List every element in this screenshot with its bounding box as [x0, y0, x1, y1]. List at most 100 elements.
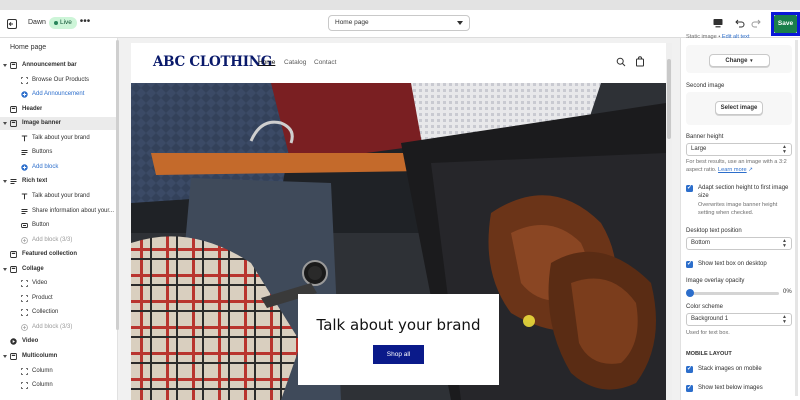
sidebar-row-label: Rich text [22, 178, 48, 185]
sidebar-row-label: Collection [32, 309, 59, 316]
desktop-text-position-label: Desktop text position [686, 228, 742, 234]
more-options-icon[interactable]: ••• [78, 16, 92, 30]
cart-icon[interactable] [635, 56, 645, 67]
chevron-down-icon[interactable] [3, 180, 7, 184]
sidebar-section-row[interactable]: Multicolumn [0, 350, 116, 363]
block-icon [21, 280, 28, 288]
undo-icon[interactable] [734, 17, 746, 29]
sidebar-block-row[interactable]: Column [0, 365, 116, 378]
text-icon [21, 135, 28, 142]
desktop-text-position-select[interactable]: Bottom ▲ ▼ [686, 237, 792, 250]
logo-abc: ABC [153, 54, 185, 70]
color-scheme-label: Color scheme [686, 304, 724, 310]
sidebar-row-label: Video [32, 280, 48, 287]
sidebar-section-row[interactable]: Collage [0, 263, 116, 276]
block-icon [21, 294, 28, 302]
sidebar-block-row[interactable]: Product [0, 292, 116, 305]
chevron-down-icon[interactable] [3, 122, 7, 126]
video-icon [10, 338, 17, 346]
banner-height-select[interactable]: Large ▲ ▼ [686, 143, 792, 156]
sidebar-block-row[interactable]: Collection [0, 306, 116, 319]
sidebar-section-row[interactable]: Image banner [0, 117, 116, 131]
add-block-row[interactable]: Add block [0, 161, 116, 174]
sidebar-block-row[interactable]: Share information about your... [0, 205, 116, 218]
sidebar-block-row[interactable]: Button [0, 219, 116, 232]
nav-contact-link[interactable]: Contact [314, 59, 336, 66]
block-icon [21, 382, 28, 389]
adapt-height-checkbox[interactable]: ✓ [686, 185, 693, 192]
sidebar-block-row[interactable]: Buttons [0, 146, 116, 159]
add-circle-icon [21, 164, 28, 171]
change-image-button[interactable]: Change ▼ [709, 54, 770, 67]
static-image-note: Static image • Edit alt text [686, 34, 750, 42]
sidebar-row-label: Announcement bar [22, 62, 77, 68]
redo-icon[interactable] [750, 17, 762, 29]
overlay-opacity-slider-handle[interactable] [686, 289, 694, 297]
sidebar-row-label: Column [32, 382, 53, 389]
adapt-height-label: Adapt section height to first image size [698, 185, 789, 199]
color-scheme-help: Used for text box. [686, 330, 730, 336]
chevron-down-icon[interactable] [3, 355, 7, 358]
block-icon [21, 367, 28, 375]
external-link-icon: ↗ [748, 166, 753, 173]
sidebar-block-row[interactable]: Video [0, 277, 116, 290]
sidebar-row-label: Browse Our Products [32, 76, 90, 83]
sidebar-row-label: Header [22, 105, 43, 112]
select-arrows-icon: ▲ ▼ [782, 144, 787, 155]
color-scheme-select[interactable]: Background 1 ▲ ▼ [686, 313, 792, 326]
sidebar-row-label: Multicolumn [22, 353, 58, 359]
block-icon [21, 76, 28, 84]
sidebar-section-row[interactable]: Featured collection [0, 248, 116, 261]
show-text-box-checkbox[interactable]: ✓ [686, 261, 693, 268]
live-status-badge: Live [49, 17, 77, 29]
desktop-view-icon[interactable] [712, 17, 724, 29]
store-logo[interactable]: ABC CLOTHING [153, 54, 272, 70]
button-icon [21, 222, 28, 229]
select-image-button[interactable]: Select image [715, 101, 763, 115]
sidebar-block-row[interactable]: Column [0, 379, 116, 392]
add-block-row[interactable]: Add Announcement [0, 88, 116, 101]
paragraph-icon [21, 208, 28, 215]
sidebar-block-row[interactable]: Browse Our Products [0, 74, 116, 87]
stack-images-checkbox[interactable]: ✓ [686, 366, 693, 373]
text-icon [21, 193, 28, 200]
settings-scrollbar[interactable] [795, 40, 798, 396]
collection-icon [10, 251, 17, 259]
shop-all-button[interactable]: Shop all [373, 345, 424, 364]
banner-heading[interactable]: Talk about your brand [298, 316, 499, 334]
announcement-icon [10, 62, 17, 69]
page-selector[interactable]: Home page [328, 15, 470, 31]
learn-more-link[interactable]: Learn more [718, 167, 747, 173]
theme-name: Dawn [28, 19, 46, 26]
edit-alt-text-link[interactable]: Edit alt text [722, 34, 750, 40]
banner-height-value: Large [691, 146, 707, 152]
show-text-below-label: Show text below images [698, 385, 763, 391]
sidebar-row-label: Video [22, 338, 39, 345]
sidebar-row-label: Talk about your brand [32, 192, 90, 199]
sidebar-row-label: Product [32, 294, 53, 301]
live-dot-icon [54, 21, 58, 25]
sidebar-row-label: Add Announcement [32, 91, 85, 98]
chevron-down-icon: ▼ [749, 58, 754, 63]
sidebar-block-row[interactable]: Talk about your brand [0, 132, 116, 145]
select-arrows-icon: ▲ ▼ [782, 238, 787, 249]
show-text-below-checkbox[interactable]: ✓ [686, 385, 693, 392]
sidebar-row-label: Buttons [32, 149, 53, 156]
preview-scroll-thumb[interactable] [667, 59, 671, 139]
overlay-opacity-slider[interactable] [688, 292, 779, 295]
search-icon[interactable] [616, 57, 626, 67]
cursor-highlight [523, 315, 535, 327]
chevron-down-icon[interactable] [3, 64, 7, 67]
sidebar-section-row[interactable]: Header [0, 103, 116, 116]
chevron-down-icon [457, 21, 463, 25]
sidebar-block-row[interactable]: Talk about your brand [0, 190, 116, 203]
sidebar-section-row[interactable]: Rich text [0, 175, 116, 188]
save-button[interactable]: Save [774, 15, 797, 33]
sidebar-section-row[interactable]: Announcement bar [0, 59, 116, 72]
nav-home-link[interactable]: Home [258, 59, 275, 66]
exit-icon[interactable] [6, 18, 18, 30]
chevron-down-icon[interactable] [3, 267, 7, 271]
sidebar-section-row[interactable]: Video [0, 335, 116, 348]
nav-catalog-link[interactable]: Catalog [284, 59, 306, 66]
preview-scrollbar[interactable] [666, 43, 672, 400]
